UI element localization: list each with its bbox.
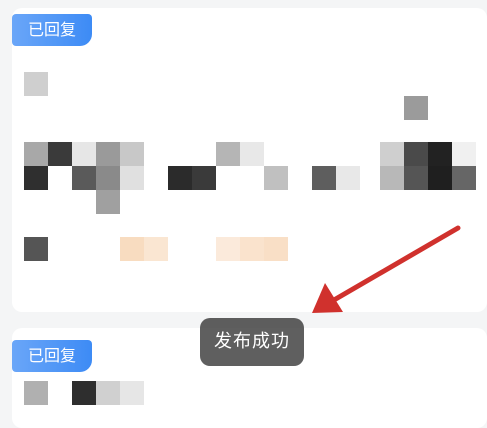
success-toast: 发布成功 [200,318,304,366]
